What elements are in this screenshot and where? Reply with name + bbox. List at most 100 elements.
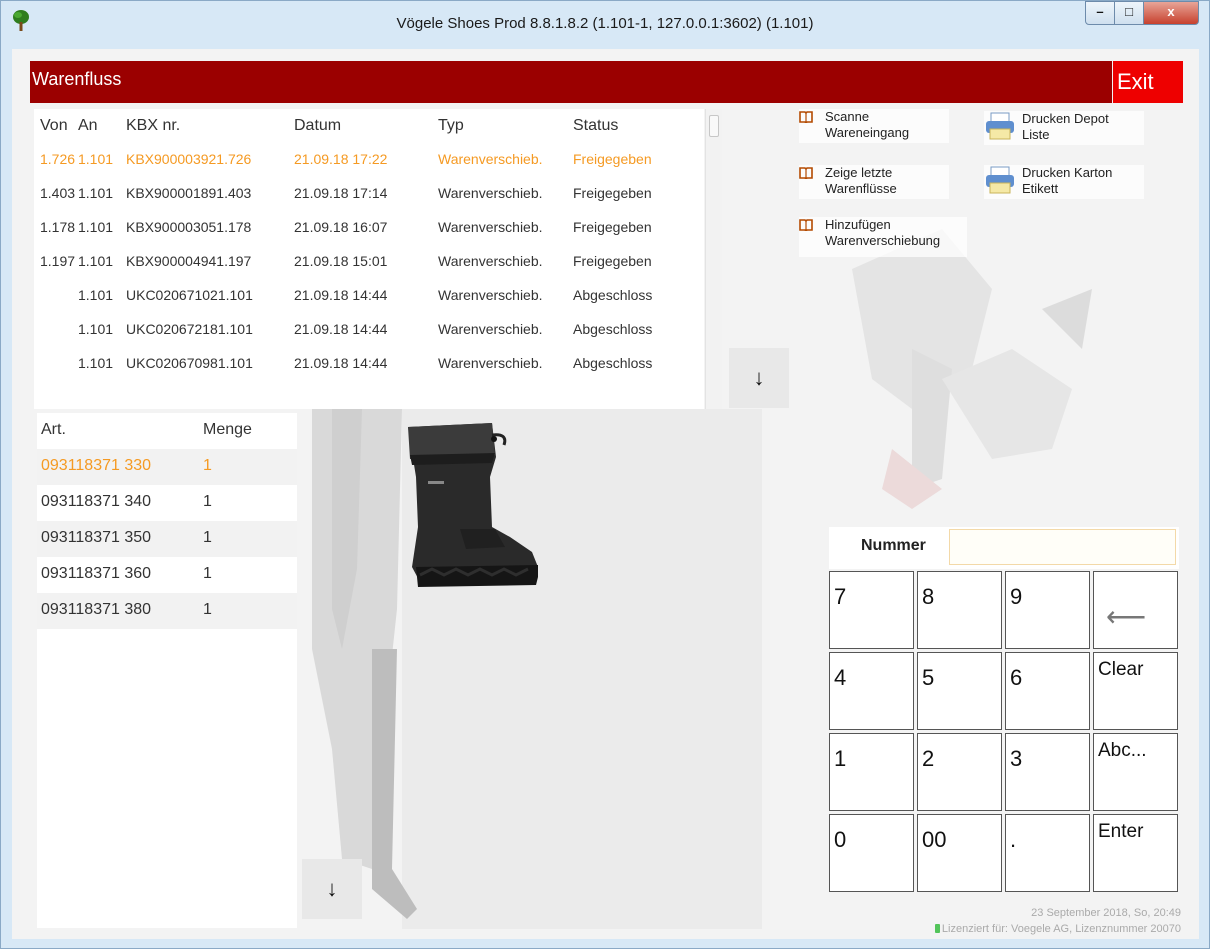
key-backspace-button[interactable]: ⟵	[1093, 571, 1178, 649]
table-row[interactable]: 1.726 1.101 KBX900003921.726 21.09.18 17:22…	[34, 143, 704, 177]
cell-art: 093118371 330	[41, 457, 152, 474]
cell-von: 1.197	[40, 253, 76, 269]
table-row[interactable]: 1.101 UKC020671021.101 21.09.18 14:44 Waren…	[34, 279, 704, 313]
cell-an: 1.101	[78, 253, 114, 269]
cell-typ: Warenverschieb.	[438, 219, 543, 235]
list-item[interactable]: 093118371 330 1	[37, 449, 297, 485]
cell-datum: 21.09.18 15:01	[294, 253, 388, 269]
key-clear-button[interactable]: Clear	[1093, 652, 1178, 730]
close-button[interactable]: x	[1143, 1, 1199, 25]
title-bar[interactable]: Vögele Shoes Prod 8.8.1.8.2 (1.101-1, 12…	[1, 1, 1209, 49]
cell-status: Freigegeben	[573, 185, 652, 201]
list-item[interactable]: 093118371 380 1	[37, 593, 297, 629]
cell-status: Freigegeben	[573, 151, 652, 167]
articles-scroll-down-button[interactable]: ↓	[302, 859, 362, 919]
list-item[interactable]: 093118371 350 1	[37, 521, 297, 557]
cell-datum: 21.09.18 17:14	[294, 185, 388, 201]
window-title: Vögele Shoes Prod 8.8.1.8.2 (1.101-1, 12…	[396, 15, 814, 32]
print-depot-list-action[interactable]: Drucken Depot Liste	[984, 111, 1144, 145]
table-row[interactable]: 1.178 1.101 KBX900003051.178 21.09.18 16:07…	[34, 211, 704, 245]
cell-von: 1.178	[40, 219, 76, 235]
transfers-scroll-down-button[interactable]: ↓	[729, 348, 789, 408]
key-00-button[interactable]: 00	[917, 814, 1002, 892]
cell-menge: 1	[203, 529, 212, 546]
print-depot-list-label: Drucken Depot Liste	[1022, 111, 1109, 142]
license-text: Lizenziert für: Voegele AG, Lizenznummer…	[941, 923, 1181, 935]
add-transfer-action[interactable]: Hinzufügen Warenverschiebung	[799, 217, 967, 257]
exit-button[interactable]: Exit	[1113, 61, 1183, 103]
key-enter-button[interactable]: Enter	[1093, 814, 1178, 892]
cell-datum: 21.09.18 14:44	[294, 287, 388, 303]
printer-icon	[986, 166, 1014, 194]
table-row[interactable]: 1.101 UKC020670981.101 21.09.18 14:44 Waren…	[34, 347, 704, 381]
list-item[interactable]: 093118371 360 1	[37, 557, 297, 593]
cell-art: 093118371 360	[41, 565, 152, 582]
key-abc-button[interactable]: Abc...	[1093, 733, 1178, 811]
footer-license: Lizenziert für: Voegele AG, Lizenznummer…	[934, 923, 1181, 935]
show-last-flows-label: Zeige letzte Warenflüsse	[825, 165, 897, 196]
cell-von: 1.726	[40, 151, 76, 167]
cell-kbx: KBX900003051.178	[126, 219, 252, 235]
cell-kbx: UKC020670981.101	[126, 355, 253, 371]
key-7-button[interactable]: 7	[829, 571, 914, 649]
cell-kbx: KBX900001891.403	[126, 185, 252, 201]
scan-goods-in-label: Scanne Wareneingang	[825, 109, 910, 140]
key-6-button[interactable]: 6	[1005, 652, 1090, 730]
cell-art: 093118371 380	[41, 601, 152, 618]
cell-status: Freigegeben	[573, 219, 652, 235]
cell-status: Freigegeben	[573, 253, 652, 269]
add-transfer-label: Hinzufügen Warenverschiebung	[825, 217, 941, 248]
column-header-von: Von	[40, 117, 68, 134]
key-dot-button[interactable]: .	[1005, 814, 1090, 892]
print-box-label-label: Drucken Karton Etikett	[1022, 165, 1113, 196]
key-1-button[interactable]: 1	[829, 733, 914, 811]
print-box-label-action[interactable]: Drucken Karton Etikett	[984, 165, 1144, 199]
page-title: Warenfluss	[32, 69, 122, 89]
cell-an: 1.101	[78, 321, 114, 337]
book-icon	[799, 219, 813, 231]
column-header-status: Status	[573, 117, 619, 134]
table-row[interactable]: 1.403 1.101 KBX900001891.403 21.09.18 17:14…	[34, 177, 704, 211]
cell-kbx: UKC020672181.101	[126, 321, 253, 337]
cell-typ: Warenverschieb.	[438, 321, 543, 337]
table-row[interactable]: 1.101 UKC020672181.101 21.09.18 14:44 Waren…	[34, 313, 704, 347]
cell-typ: Warenverschieb.	[438, 355, 543, 371]
cell-typ: Warenverschieb.	[438, 253, 543, 269]
cell-kbx: KBX900004941.197	[126, 253, 252, 269]
cell-menge: 1	[203, 565, 212, 582]
key-5-button[interactable]: 5	[917, 652, 1002, 730]
key-4-button[interactable]: 4	[829, 652, 914, 730]
cell-an: 1.101	[78, 151, 114, 167]
number-label: Nummer	[861, 537, 926, 554]
column-header-art: Art.	[41, 421, 66, 438]
column-header-kbx: KBX nr.	[126, 117, 181, 134]
cell-art: 093118371 350	[41, 529, 152, 546]
scan-goods-in-action[interactable]: Scanne Wareneingang	[799, 109, 949, 143]
number-input[interactable]	[949, 529, 1176, 565]
book-icon	[799, 111, 813, 123]
table-row[interactable]: 1.197 1.101 KBX900004941.197 21.09.18 15:01…	[34, 245, 704, 279]
cell-status: Abgeschloss	[573, 287, 653, 303]
column-header-menge: Menge	[203, 421, 252, 438]
key-3-button[interactable]: 3	[1005, 733, 1090, 811]
transfers-scrollbar[interactable]	[705, 109, 722, 409]
app-window: Vögele Shoes Prod 8.8.1.8.2 (1.101-1, 12…	[0, 0, 1210, 949]
cell-an: 1.101	[78, 287, 114, 303]
minimize-button[interactable]: –	[1085, 1, 1115, 25]
maximize-button[interactable]: □	[1114, 1, 1144, 25]
product-boot-image	[408, 423, 538, 587]
list-item[interactable]: 093118371 340 1	[37, 485, 297, 521]
key-9-button[interactable]: 9	[1005, 571, 1090, 649]
key-2-button[interactable]: 2	[917, 733, 1002, 811]
key-8-button[interactable]: 8	[917, 571, 1002, 649]
show-last-flows-action[interactable]: Zeige letzte Warenflüsse	[799, 165, 949, 199]
cell-von: 1.403	[40, 185, 76, 201]
cell-menge: 1	[203, 457, 212, 474]
cell-status: Abgeschloss	[573, 321, 653, 337]
printer-icon	[986, 112, 1014, 140]
cell-menge: 1	[203, 601, 212, 618]
column-header-datum: Datum	[294, 117, 342, 134]
scrollbar-thumb[interactable]	[709, 115, 719, 137]
key-0-button[interactable]: 0	[829, 814, 914, 892]
cell-typ: Warenverschieb.	[438, 287, 543, 303]
